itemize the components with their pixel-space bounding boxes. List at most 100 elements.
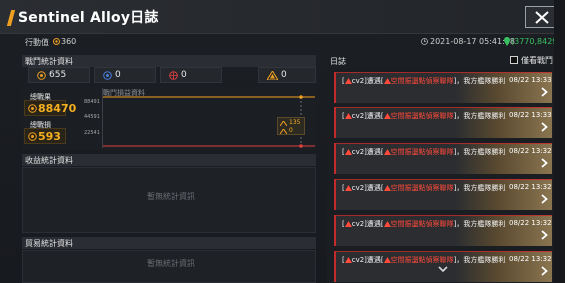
income-stats-header: 收益統計資料 [22,154,316,166]
page-scrollbar[interactable] [554,0,565,283]
alert-triangle-icon [344,221,352,227]
log-entry-result: ]，我方艦隊勝利 [453,148,506,156]
income-stats-title: 收益統計資料 [25,156,73,165]
log-entry[interactable]: [cv2]遭遇[空間振盪點偵察聯隊]，我方艦隊勝利 08/22 13:32 [334,215,552,246]
close-button[interactable] [525,6,557,28]
stat-box: 0 [258,67,316,83]
log-entry-fleet: cv2]遭遇[ [351,148,384,156]
stat-box: 0 [160,67,222,83]
alert-triangle-icon [344,113,352,119]
income-empty-message: 暫無統計資訊 [147,192,195,201]
alert-triangle-icon [383,78,391,84]
gain-loss-chart: 總戰果 88470 總戰損 593 88491 44591 22541 戰鬥損益… [22,86,316,150]
alert-triangle-icon [344,185,352,191]
log-entry-text: [cv2]遭遇[空間振盪點偵察聯隊]，我方艦隊勝利 [342,219,505,229]
close-icon [535,11,549,24]
trade-stats-title: 貿易統計資料 [25,239,73,248]
log-entry-date: 08/22 13:32 [509,183,552,191]
chevron-right-icon[interactable] [541,122,548,132]
title-bar: Sentinel Alloy日誌 [0,0,565,34]
log-entry-result: ]，我方艦隊勝利 [453,256,506,264]
shield-icon [103,71,112,80]
log-entry[interactable]: [cv2]遭遇[空間振盪點偵察聯隊]，我方艦隊勝利 08/22 13:32 [334,143,552,174]
log-entry-date: 08/22 13:32 [509,255,552,263]
alert-triangle-icon [383,257,391,263]
stat-value: 0 [115,70,121,80]
log-entry-date: 08/22 13:33 [509,111,552,119]
tooltip-gain-value: 135 [289,119,301,126]
loss-marker [299,144,303,148]
log-entry-text: [cv2]遭遇[空間振盪點偵察聯隊]，我方艦隊勝利 [342,111,505,121]
chart-tooltip: 135 0 [277,117,305,135]
rank-icon [267,71,278,80]
log-entry-target: 空間振盪點偵察聯隊 [390,184,454,192]
log-entry-target: 空間振盪點偵察聯隊 [390,77,454,85]
stat-box: 655 [28,67,90,83]
tooltip-loss-value: 0 [289,127,293,134]
log-entry[interactable]: [cv2]遭遇[空間振盪點偵察聯隊]，我方艦隊勝利 08/22 13:32 [334,179,552,210]
log-entry-fleet: cv2]遭遇[ [351,184,384,192]
log-entry[interactable]: [cv2]遭遇[空間振盪點偵察聯隊]，我方艦隊勝利 08/22 13:33 [334,107,552,138]
energy-icon [53,38,60,45]
battle-stats-title: 戰鬥統計資料 [25,57,73,66]
stat-box: 0 [94,67,156,83]
chevron-right-icon[interactable] [541,266,548,276]
timestamp: 2021-08-17 05:41:08 [430,37,515,46]
log-entry-target: 空間振盪點偵察聯隊 [390,112,454,120]
target-icon [28,132,37,141]
loss-small-icon [280,129,287,134]
chevron-right-icon[interactable] [541,194,548,204]
chevron-right-icon[interactable] [541,230,548,240]
battle-stat-row: 655 0 0 0 [22,67,316,83]
alert-triangle-icon [383,185,391,191]
trade-empty-message: 暫無統計資訊 [147,259,195,268]
battle-only-label[interactable]: 僅看戰鬥 [521,55,553,66]
gain-small-icon [280,121,287,126]
chevron-right-icon[interactable] [541,158,548,168]
target-icon [37,71,46,80]
log-title: 日誌 [330,57,346,66]
crosshair-icon [169,71,178,80]
log-entry-result: ]，我方艦隊勝利 [453,77,506,85]
total-gain-box: 88470 [24,100,76,116]
y-tick-label: 88491 [84,99,100,105]
total-gain-value: 88470 [38,102,77,115]
log-entry-target: 空間振盪點偵察聯隊 [390,148,454,156]
log-entry-target: 空間振盪點偵察聯隊 [390,220,454,228]
log-entry-date: 08/22 13:32 [509,147,552,155]
window-title: Sentinel Alloy日誌 [18,10,159,26]
action-points-value: 360 [61,37,77,46]
y-tick-label: 22541 [84,130,100,136]
chevron-right-icon[interactable] [541,87,548,97]
log-entry-text: [cv2]遭遇[空間振盪點偵察聯隊]，我方艦隊勝利 [342,183,505,193]
log-entry-text: [cv2]遭遇[空間振盪點偵察聯隊]，我方艦隊勝利 [342,147,505,157]
stat-value: 0 [281,70,287,80]
log-entry[interactable]: [cv2]遭遇[空間振盪點偵察聯隊]，我方艦隊勝利 08/22 13:33 [334,72,552,103]
action-points-label: 行動值 [25,38,49,47]
trade-stats-header: 貿易統計資料 [22,237,316,249]
log-entry-result: ]，我方艦隊勝利 [453,220,506,228]
log-entry-date: 08/22 13:33 [509,76,552,84]
log-entry-fleet: cv2]遭遇[ [351,220,384,228]
log-entry-fleet: cv2]遭遇[ [351,112,384,120]
log-entry-result: ]，我方艦隊勝利 [453,184,506,192]
log-entry-fleet: cv2]遭遇[ [351,77,384,85]
total-loss-box: 593 [24,128,66,144]
location-pin-icon [504,37,510,46]
alert-triangle-icon [383,221,391,227]
status-bar: 行動值 360 2021-08-17 05:41:08 (3770,8429) [0,34,565,52]
log-entry-date: 08/22 13:32 [509,219,552,227]
battle-only-checkbox[interactable] [510,56,518,64]
clock-icon [421,38,428,45]
battle-stats-header: 戰鬥統計資料 [22,55,316,67]
stat-value: 655 [49,70,67,80]
screen: Sentinel Alloy日誌 行動值 360 2021-08-17 05:4… [0,0,580,283]
trade-stats-panel: 暫無統計資訊 [22,250,316,283]
income-stats-panel: 暫無統計資訊 [22,167,316,233]
log-header: 日誌 僅看戰鬥 [327,55,553,67]
alert-triangle-icon [344,149,352,155]
alert-triangle-icon [383,149,391,155]
total-loss-value: 593 [38,130,61,143]
target-icon [28,104,37,113]
scroll-down-icon[interactable] [438,266,448,273]
